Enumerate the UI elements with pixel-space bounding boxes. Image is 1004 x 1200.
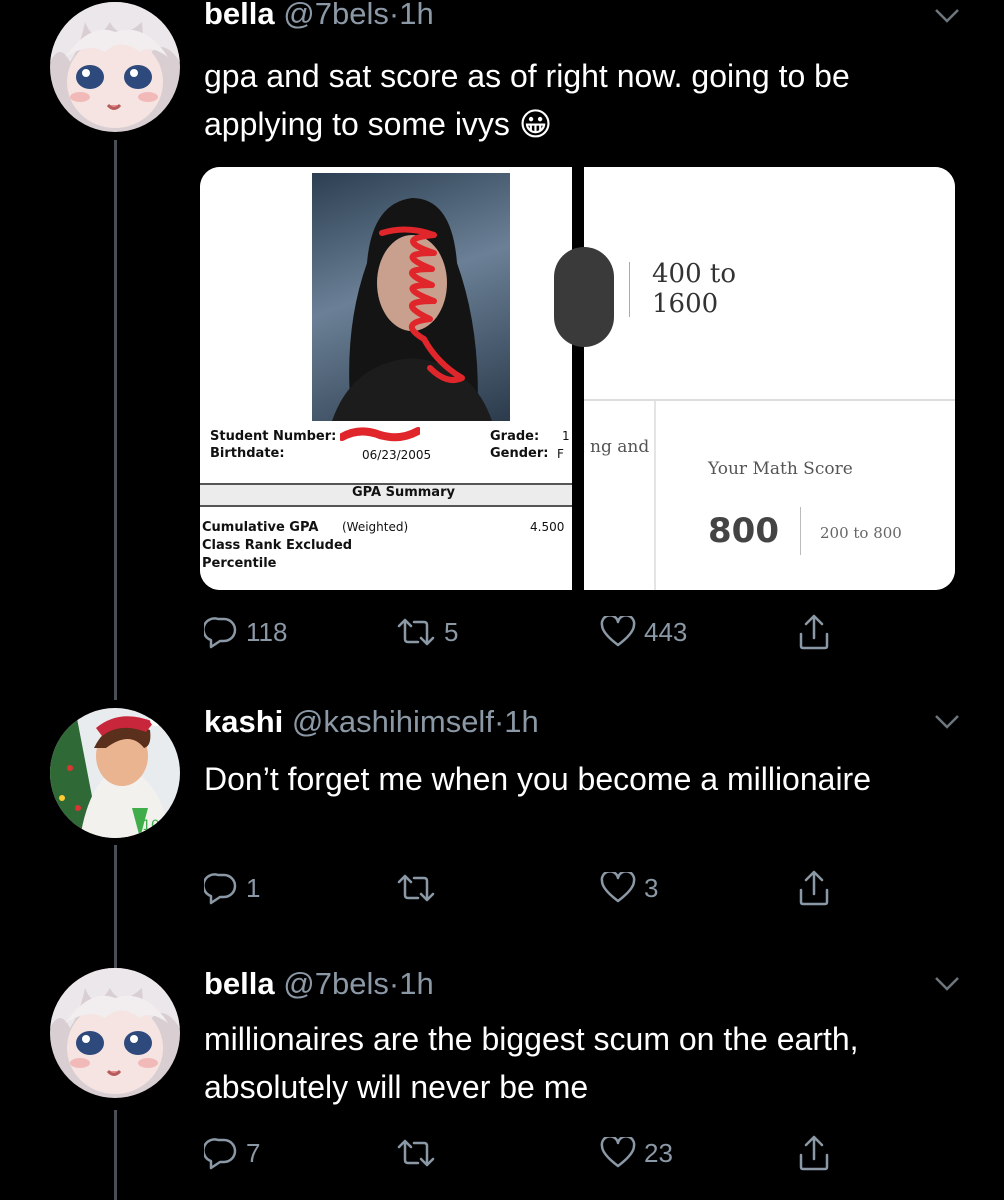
- reply-count: 7: [246, 1137, 261, 1168]
- retweet-button[interactable]: [396, 1133, 444, 1173]
- like-count: 23: [644, 1137, 673, 1168]
- redaction-scribble: [340, 427, 420, 442]
- retweet-icon: [397, 874, 435, 902]
- gender-label: Gender:: [490, 446, 549, 461]
- birthdate-value: 06/23/2005: [362, 448, 432, 462]
- tweet-text: gpa and sat score as of right now. going…: [204, 58, 850, 142]
- share-button[interactable]: [798, 612, 830, 652]
- tweet-actions: 118 5 443: [204, 612, 844, 652]
- total-range-line2: 1600: [652, 289, 719, 319]
- like-icon: [600, 1137, 636, 1168]
- grade-value: 1: [562, 429, 570, 443]
- math-range: 200 to 800: [820, 524, 902, 542]
- math-score: 800: [708, 511, 779, 551]
- display-name[interactable]: kashi: [204, 704, 283, 739]
- like-icon: [600, 872, 636, 903]
- share-icon: [799, 870, 829, 906]
- handle[interactable]: @7bels: [283, 966, 389, 1001]
- reply-button[interactable]: 1: [204, 868, 260, 908]
- gpa-summary-title: GPA Summary: [352, 485, 455, 500]
- range-divider: [629, 262, 630, 317]
- like-button[interactable]: 23: [600, 1133, 673, 1173]
- tweet-text: millionaires are the biggest scum on the…: [204, 1021, 859, 1105]
- avatar[interactable]: [50, 2, 180, 132]
- tweet-actions: 7 23: [204, 1133, 844, 1173]
- avatar[interactable]: 10: [50, 708, 180, 838]
- gpa-qualifier: (Weighted): [342, 520, 409, 534]
- transcript-image[interactable]: Student Number: Birthdate: 06/23/2005 Gr…: [200, 167, 572, 590]
- like-count: 3: [644, 872, 659, 903]
- section-vrule: [654, 401, 656, 590]
- timestamp[interactable]: 1h: [504, 704, 538, 739]
- thread-connector: [114, 845, 117, 970]
- tweet-actions: 1 3: [204, 868, 844, 908]
- retweet-count: 5: [444, 616, 459, 647]
- gpa-label: Cumulative GPA: [202, 520, 319, 535]
- student-number-label: Student Number:: [210, 429, 337, 444]
- share-button[interactable]: [798, 868, 830, 908]
- section-rule: [584, 399, 955, 401]
- like-button[interactable]: 443: [600, 612, 687, 652]
- reply-button[interactable]: 7: [204, 1133, 260, 1173]
- display-name[interactable]: bella: [204, 966, 275, 1001]
- timestamp[interactable]: 1h: [399, 966, 433, 1001]
- share-icon: [799, 1135, 829, 1171]
- separator-dot: ·: [388, 0, 400, 31]
- gender-value: F: [557, 447, 564, 461]
- math-range-divider: [800, 507, 801, 555]
- reply-count: 118: [246, 616, 288, 647]
- timestamp[interactable]: 1h: [399, 0, 433, 31]
- svg-text:10: 10: [142, 818, 160, 834]
- reply-icon: [204, 873, 237, 905]
- math-score-label: Your Math Score: [708, 459, 853, 479]
- handle[interactable]: @kashihimself: [292, 704, 494, 739]
- retweet-button[interactable]: [396, 868, 444, 908]
- tweet-text: Don’t forget me when you become a millio…: [204, 761, 871, 797]
- thread-connector: [114, 1110, 117, 1200]
- grade-label: Grade:: [490, 429, 540, 444]
- separator-dot: ·: [493, 704, 505, 739]
- like-count: 443: [644, 616, 688, 647]
- avatar[interactable]: [50, 968, 180, 1098]
- handle[interactable]: @7bels: [283, 0, 389, 31]
- retweet-button[interactable]: 5: [396, 612, 458, 652]
- thread-connector: [114, 140, 117, 700]
- score-circle-edge: [554, 247, 614, 347]
- chevron-down-icon[interactable]: [934, 8, 960, 24]
- retweet-icon: [397, 618, 435, 646]
- separator-dot: ·: [388, 966, 400, 1001]
- total-range-line1: 400 to: [652, 259, 736, 289]
- gpa-value: 4.500: [530, 520, 565, 534]
- display-name[interactable]: bella: [204, 0, 275, 31]
- like-button[interactable]: 3: [600, 868, 658, 908]
- reply-icon: [204, 617, 237, 649]
- chevron-down-icon[interactable]: [934, 714, 960, 730]
- tweet-header: bella @7bels·1h: [204, 966, 434, 1002]
- share-icon: [799, 614, 829, 650]
- media-divider: [572, 167, 584, 590]
- student-photo: [312, 173, 510, 421]
- tweet-media[interactable]: Student Number: Birthdate: 06/23/2005 Gr…: [200, 167, 955, 590]
- sat-score-image[interactable]: 400 to 1600 ng and Your Math Score 800 2…: [554, 167, 955, 590]
- birthdate-label: Birthdate:: [210, 446, 285, 461]
- class-rank-label: Class Rank Excluded: [202, 538, 353, 553]
- share-button[interactable]: [798, 1133, 830, 1173]
- reply-icon: [204, 1138, 237, 1170]
- cut-text: ng and: [590, 437, 650, 457]
- chevron-down-icon[interactable]: [934, 976, 960, 992]
- like-icon: [600, 616, 636, 647]
- retweet-icon: [397, 1139, 435, 1167]
- tweet-header: bella @7bels·1h: [204, 0, 434, 32]
- reply-count: 1: [246, 872, 261, 903]
- reply-button[interactable]: 118: [204, 612, 287, 652]
- tweet-header: kashi @kashihimself·1h: [204, 704, 539, 740]
- percentile-label: Percentile: [202, 556, 277, 571]
